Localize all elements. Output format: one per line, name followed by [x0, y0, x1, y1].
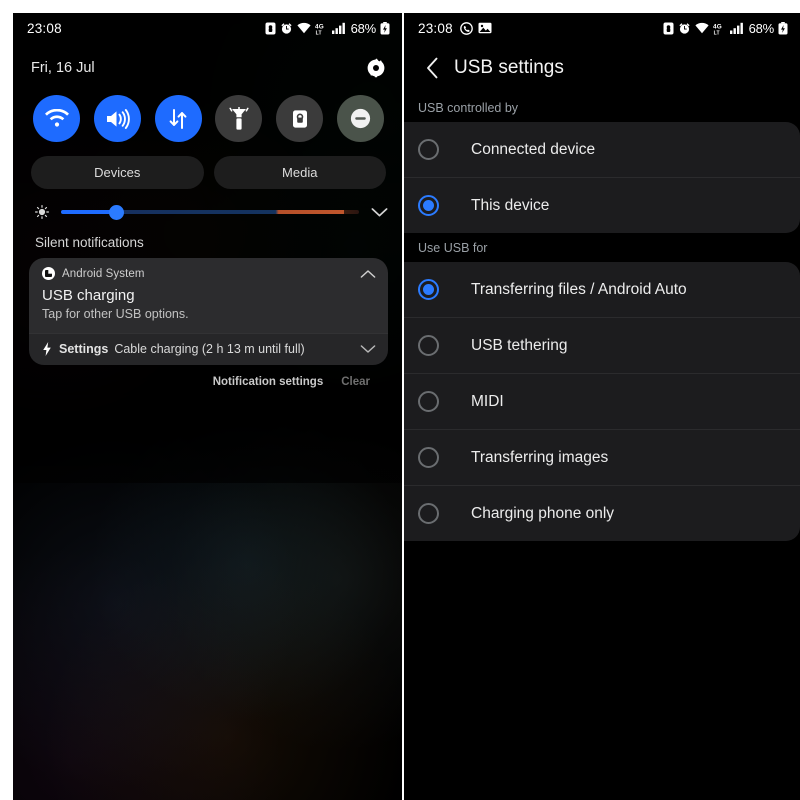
usb-settings-panel: 23:08 4G LT 68% USB settings USB control… [404, 13, 800, 800]
option-transferring-images[interactable]: Transferring images [404, 429, 800, 485]
notification-header: Android System [42, 267, 376, 280]
status-bar-clock: 23:08 [418, 20, 453, 36]
media-button[interactable]: Media [213, 156, 386, 189]
whatsapp-icon [459, 21, 473, 35]
devices-button[interactable]: Devices [31, 156, 204, 189]
brightness-row [13, 189, 402, 220]
charging-notification-text: Cable charging (2 h 13 m until full) [114, 342, 305, 356]
svg-text:LT: LT [713, 30, 719, 35]
battery-percent-label: 68% [748, 20, 775, 36]
quick-toggle-wifi[interactable] [33, 95, 80, 142]
chevron-down-icon[interactable] [371, 207, 388, 218]
option-label: USB tethering [471, 336, 568, 354]
option-label: Connected device [471, 140, 596, 158]
option-connected-device[interactable]: Connected device [404, 122, 800, 177]
section-label-usb-controlled-by: USB controlled by [418, 101, 519, 115]
screenshot-root: 23:08 4G LT 68% Fri, 16 Jul Devices Medi… [0, 0, 800, 800]
wifi-icon [694, 22, 709, 34]
option-this-device[interactable]: This device [404, 177, 800, 233]
radio-button-icon[interactable] [418, 335, 439, 356]
shade-pill-row: Devices Media [13, 142, 402, 189]
speaker-icon [105, 108, 130, 130]
usb-charging-notification[interactable]: Android System USB charging Tap for othe… [29, 258, 388, 333]
quick-toggle-row [13, 87, 402, 142]
lightning-bolt-icon [42, 342, 52, 356]
option-label: MIDI [471, 392, 504, 410]
status-bar-icons: 4G LT 68% [663, 21, 788, 36]
battery-charging-icon [778, 21, 788, 35]
charging-notification-app: Settings [59, 342, 109, 356]
chevron-up-icon[interactable] [360, 269, 376, 279]
quick-toggle-do-not-disturb[interactable] [336, 95, 384, 142]
charging-status-notification[interactable]: Settings Cable charging (2 h 13 m until … [29, 333, 388, 365]
alarm-clock-icon [280, 22, 293, 35]
signal-bars-icon [331, 22, 346, 34]
battery-percent-label: 68% [350, 20, 377, 36]
shade-header: Fri, 16 Jul [13, 43, 402, 87]
option-usb-tethering[interactable]: USB tethering [404, 317, 800, 373]
quick-toggle-rotation-lock[interactable] [276, 95, 324, 142]
devices-button-label: Devices [94, 165, 141, 180]
minus-circle-icon [348, 106, 373, 131]
option-label: Charging phone only [471, 504, 615, 522]
radio-button-icon[interactable] [418, 503, 439, 524]
back-chevron-icon[interactable] [418, 57, 446, 79]
rotation-lock-icon [289, 108, 311, 130]
sim-card-lock-icon [265, 22, 276, 35]
quick-toggle-mobile-data[interactable] [154, 95, 202, 142]
android-system-icon [42, 267, 55, 280]
notification-action-row: Notification settings Clear [29, 365, 388, 388]
option-charging-phone-only[interactable]: Charging phone only [404, 485, 800, 541]
4g-lte-icon: 4G LT [713, 22, 726, 36]
page-title: USB settings [454, 57, 564, 78]
notification-list: Android System USB charging Tap for othe… [13, 250, 402, 388]
notification-title: USB charging [42, 287, 135, 304]
wifi-icon [296, 22, 311, 34]
usb-controlled-by-card: Connected device This device [404, 122, 800, 233]
flashlight-icon [228, 105, 250, 131]
alarm-clock-icon [678, 22, 691, 35]
wifi-icon [44, 108, 70, 129]
notification-settings-button[interactable]: Notification settings [213, 376, 324, 388]
media-button-label: Media [282, 165, 318, 180]
status-bar-clock: 23:08 [27, 20, 62, 36]
right-status-bar: 23:08 4G LT 68% [404, 13, 800, 43]
photo-icon [478, 22, 492, 34]
clear-notifications-button[interactable]: Clear [341, 376, 370, 388]
4g-lte-icon: 4G LT [315, 22, 328, 36]
left-status-bar: 23:08 4G LT 68% [13, 13, 402, 43]
sim-card-lock-icon [663, 22, 674, 35]
use-usb-for-card: Transferring files / Android Auto USB te… [404, 262, 800, 541]
quick-toggle-flashlight[interactable] [215, 95, 263, 142]
radio-button-selected-icon[interactable] [418, 195, 439, 216]
option-label: This device [471, 196, 550, 214]
brightness-slider[interactable] [61, 204, 359, 220]
notification-subtitle: Tap for other USB options. [42, 307, 189, 321]
radio-button-selected-icon[interactable] [418, 279, 439, 300]
section-label-use-usb-for: Use USB for [418, 241, 488, 255]
option-midi[interactable]: MIDI [404, 373, 800, 429]
status-bar-icons: 4G LT 68% [265, 21, 390, 36]
gear-icon[interactable] [366, 57, 386, 78]
radio-button-icon[interactable] [418, 139, 439, 160]
signal-bars-icon [729, 22, 744, 34]
chevron-down-icon[interactable] [360, 344, 376, 354]
silent-notifications-label: Silent notifications [35, 235, 144, 250]
notification-shade-panel: 23:08 4G LT 68% Fri, 16 Jul Devices Medi… [13, 13, 402, 800]
option-label: Transferring files / Android Auto [471, 280, 687, 298]
option-transferring-files[interactable]: Transferring files / Android Auto [404, 262, 800, 317]
usb-settings-header: USB settings [404, 43, 800, 93]
radio-button-icon[interactable] [418, 447, 439, 468]
shade-date-label: Fri, 16 Jul [31, 60, 95, 76]
radio-button-icon[interactable] [418, 391, 439, 412]
quick-toggle-sound[interactable] [93, 95, 141, 142]
svg-text:LT: LT [315, 30, 321, 35]
status-bar-notification-icons [459, 21, 492, 35]
brightness-slider-handle[interactable] [108, 204, 124, 220]
option-label: Transferring images [471, 448, 609, 466]
brightness-sun-icon [35, 205, 49, 219]
notification-app-name: Android System [62, 267, 145, 280]
battery-charging-icon [380, 21, 390, 35]
data-arrows-icon [166, 107, 190, 131]
